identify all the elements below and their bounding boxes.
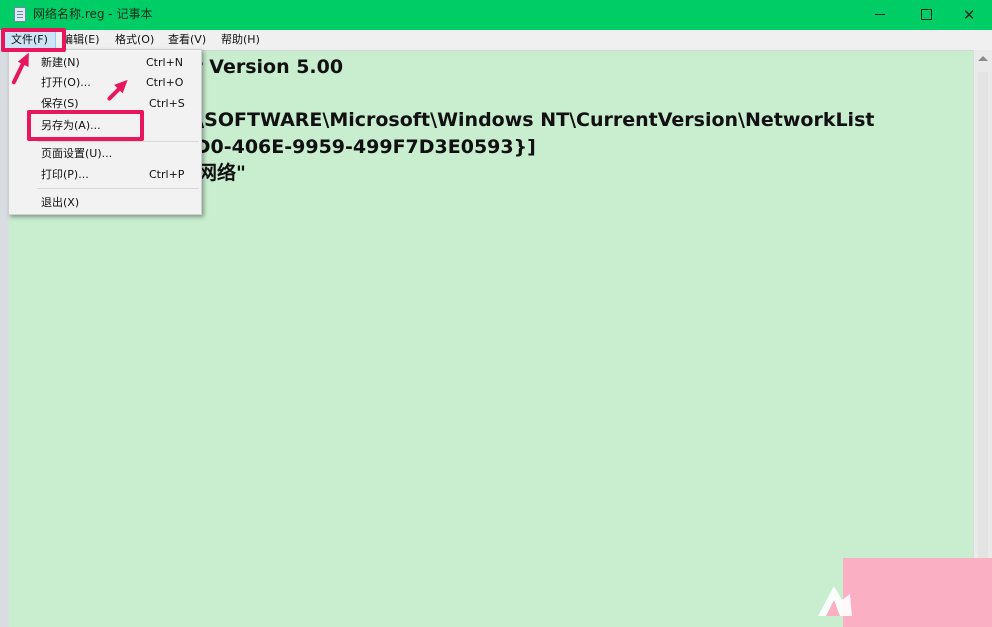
menu-item-shortcut: Ctrl+N xyxy=(146,56,184,69)
scroll-thumb[interactable] xyxy=(978,72,988,592)
menu-bar: 文件(F) 编辑(E) 格式(O) 查看(V) 帮助(H) xyxy=(0,30,992,49)
window-title: 网络名称.reg - 记事本 xyxy=(33,7,153,21)
menu-item-shortcut: Ctrl+P xyxy=(149,168,185,181)
menu-item-page-setup[interactable]: 页面设置(U)... xyxy=(10,144,200,164)
menu-item-label: 退出(X) xyxy=(41,196,80,209)
menu-item-exit[interactable]: 退出(X) xyxy=(10,193,200,213)
menu-help[interactable]: 帮助(H) xyxy=(214,30,267,49)
menu-item-open[interactable]: 打开(O)... Ctrl+O xyxy=(10,73,200,93)
annotation-highlight-file-menu xyxy=(1,28,66,52)
menu-item-label: 页面设置(U)... xyxy=(41,147,113,160)
scroll-up-arrow-icon[interactable] xyxy=(978,56,988,61)
minimize-button[interactable] xyxy=(857,0,903,30)
menu-item-label: 打开(O)... xyxy=(41,76,91,89)
watermark-block xyxy=(843,558,992,627)
menu-item-print[interactable]: 打印(P)... Ctrl+P xyxy=(10,165,200,185)
maximize-icon xyxy=(920,9,932,20)
menu-separator xyxy=(37,188,199,189)
menu-format[interactable]: 格式(O) xyxy=(108,30,161,49)
menu-item-shortcut: Ctrl+S xyxy=(149,97,185,110)
menu-item-new[interactable]: 新建(N) Ctrl+N xyxy=(10,53,200,73)
menu-item-label: 新建(N) xyxy=(41,56,80,69)
annotation-highlight-save-as xyxy=(27,110,144,141)
menu-item-label: 打印(P)... xyxy=(41,168,89,181)
vertical-scrollbar[interactable] xyxy=(973,50,992,627)
menu-separator xyxy=(37,141,199,142)
close-button[interactable]: ✕ xyxy=(946,0,992,30)
watermark-logo-icon xyxy=(818,586,852,616)
menu-view[interactable]: 查看(V) xyxy=(161,30,213,49)
minimize-icon xyxy=(875,14,885,15)
maximize-button[interactable] xyxy=(903,0,949,30)
menu-item-label: 保存(S) xyxy=(41,97,79,110)
notepad-window: 网络名称.reg - 记事本 ✕ 文件(F) 编辑(E) 格式(O) 查看(V)… xyxy=(0,0,992,627)
close-icon: ✕ xyxy=(962,6,976,24)
notepad-icon xyxy=(14,7,26,22)
menu-item-shortcut: Ctrl+O xyxy=(146,76,184,89)
title-bar[interactable]: 网络名称.reg - 记事本 ✕ xyxy=(0,0,992,30)
